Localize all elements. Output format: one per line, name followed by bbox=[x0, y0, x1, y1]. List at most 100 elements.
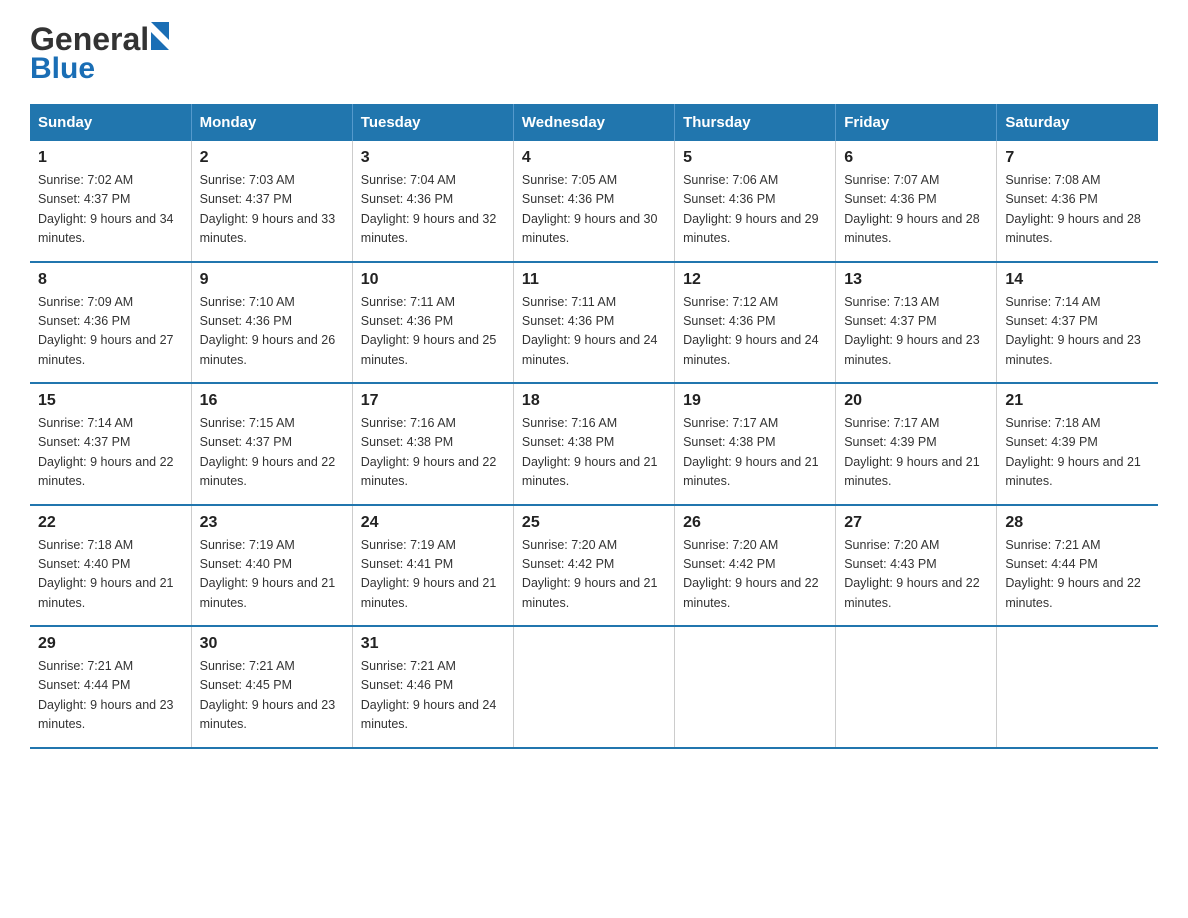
day-info: Sunrise: 7:14 AMSunset: 4:37 PMDaylight:… bbox=[38, 416, 174, 488]
day-number: 25 bbox=[522, 514, 666, 532]
day-info: Sunrise: 7:13 AMSunset: 4:37 PMDaylight:… bbox=[844, 295, 980, 367]
weekday-header-friday: Friday bbox=[836, 104, 997, 141]
day-number: 30 bbox=[200, 635, 344, 653]
calendar-cell: 2 Sunrise: 7:03 AMSunset: 4:37 PMDayligh… bbox=[191, 141, 352, 262]
calendar-cell: 25 Sunrise: 7:20 AMSunset: 4:42 PMDaylig… bbox=[513, 505, 674, 627]
calendar-cell: 18 Sunrise: 7:16 AMSunset: 4:38 PMDaylig… bbox=[513, 383, 674, 505]
day-number: 28 bbox=[1005, 514, 1150, 532]
logo: General Blue bbox=[30, 20, 179, 86]
calendar-cell: 8 Sunrise: 7:09 AMSunset: 4:36 PMDayligh… bbox=[30, 262, 191, 384]
day-info: Sunrise: 7:16 AMSunset: 4:38 PMDaylight:… bbox=[361, 416, 497, 488]
day-info: Sunrise: 7:20 AMSunset: 4:42 PMDaylight:… bbox=[522, 538, 658, 610]
calendar-cell: 11 Sunrise: 7:11 AMSunset: 4:36 PMDaylig… bbox=[513, 262, 674, 384]
day-number: 4 bbox=[522, 149, 666, 167]
calendar-week-row: 1 Sunrise: 7:02 AMSunset: 4:37 PMDayligh… bbox=[30, 141, 1158, 262]
calendar-cell: 6 Sunrise: 7:07 AMSunset: 4:36 PMDayligh… bbox=[836, 141, 997, 262]
day-number: 23 bbox=[200, 514, 344, 532]
day-info: Sunrise: 7:12 AMSunset: 4:36 PMDaylight:… bbox=[683, 295, 819, 367]
day-info: Sunrise: 7:06 AMSunset: 4:36 PMDaylight:… bbox=[683, 173, 819, 245]
calendar-cell: 3 Sunrise: 7:04 AMSunset: 4:36 PMDayligh… bbox=[352, 141, 513, 262]
day-number: 21 bbox=[1005, 392, 1150, 410]
day-info: Sunrise: 7:15 AMSunset: 4:37 PMDaylight:… bbox=[200, 416, 336, 488]
day-number: 26 bbox=[683, 514, 827, 532]
weekday-header-wednesday: Wednesday bbox=[513, 104, 674, 141]
day-info: Sunrise: 7:04 AMSunset: 4:36 PMDaylight:… bbox=[361, 173, 497, 245]
day-number: 3 bbox=[361, 149, 505, 167]
day-info: Sunrise: 7:11 AMSunset: 4:36 PMDaylight:… bbox=[361, 295, 497, 367]
day-number: 5 bbox=[683, 149, 827, 167]
weekday-header-saturday: Saturday bbox=[997, 104, 1158, 141]
day-number: 18 bbox=[522, 392, 666, 410]
weekday-header-tuesday: Tuesday bbox=[352, 104, 513, 141]
day-number: 22 bbox=[38, 514, 183, 532]
day-number: 12 bbox=[683, 271, 827, 289]
day-number: 17 bbox=[361, 392, 505, 410]
calendar-cell: 15 Sunrise: 7:14 AMSunset: 4:37 PMDaylig… bbox=[30, 383, 191, 505]
calendar-week-row: 22 Sunrise: 7:18 AMSunset: 4:40 PMDaylig… bbox=[30, 505, 1158, 627]
day-number: 24 bbox=[361, 514, 505, 532]
calendar-cell: 17 Sunrise: 7:16 AMSunset: 4:38 PMDaylig… bbox=[352, 383, 513, 505]
day-number: 9 bbox=[200, 271, 344, 289]
day-number: 8 bbox=[38, 271, 183, 289]
calendar-cell bbox=[997, 626, 1158, 748]
day-number: 13 bbox=[844, 271, 988, 289]
calendar-cell: 9 Sunrise: 7:10 AMSunset: 4:36 PMDayligh… bbox=[191, 262, 352, 384]
calendar-cell: 4 Sunrise: 7:05 AMSunset: 4:36 PMDayligh… bbox=[513, 141, 674, 262]
calendar-cell: 27 Sunrise: 7:20 AMSunset: 4:43 PMDaylig… bbox=[836, 505, 997, 627]
day-number: 10 bbox=[361, 271, 505, 289]
calendar-cell: 12 Sunrise: 7:12 AMSunset: 4:36 PMDaylig… bbox=[675, 262, 836, 384]
day-info: Sunrise: 7:21 AMSunset: 4:45 PMDaylight:… bbox=[200, 659, 336, 731]
weekday-header-sunday: Sunday bbox=[30, 104, 191, 141]
calendar-week-row: 29 Sunrise: 7:21 AMSunset: 4:44 PMDaylig… bbox=[30, 626, 1158, 748]
day-number: 15 bbox=[38, 392, 183, 410]
day-number: 7 bbox=[1005, 149, 1150, 167]
calendar-cell: 13 Sunrise: 7:13 AMSunset: 4:37 PMDaylig… bbox=[836, 262, 997, 384]
day-info: Sunrise: 7:16 AMSunset: 4:38 PMDaylight:… bbox=[522, 416, 658, 488]
calendar-cell: 14 Sunrise: 7:14 AMSunset: 4:37 PMDaylig… bbox=[997, 262, 1158, 384]
day-info: Sunrise: 7:03 AMSunset: 4:37 PMDaylight:… bbox=[200, 173, 336, 245]
day-info: Sunrise: 7:21 AMSunset: 4:44 PMDaylight:… bbox=[1005, 538, 1141, 610]
calendar-cell: 21 Sunrise: 7:18 AMSunset: 4:39 PMDaylig… bbox=[997, 383, 1158, 505]
calendar-table: SundayMondayTuesdayWednesdayThursdayFrid… bbox=[30, 104, 1158, 749]
weekday-header-thursday: Thursday bbox=[675, 104, 836, 141]
day-info: Sunrise: 7:21 AMSunset: 4:44 PMDaylight:… bbox=[38, 659, 174, 731]
day-number: 31 bbox=[361, 635, 505, 653]
day-info: Sunrise: 7:09 AMSunset: 4:36 PMDaylight:… bbox=[38, 295, 174, 367]
day-info: Sunrise: 7:02 AMSunset: 4:37 PMDaylight:… bbox=[38, 173, 174, 245]
day-info: Sunrise: 7:11 AMSunset: 4:36 PMDaylight:… bbox=[522, 295, 658, 367]
calendar-week-row: 15 Sunrise: 7:14 AMSunset: 4:37 PMDaylig… bbox=[30, 383, 1158, 505]
calendar-cell bbox=[675, 626, 836, 748]
day-number: 16 bbox=[200, 392, 344, 410]
calendar-cell: 7 Sunrise: 7:08 AMSunset: 4:36 PMDayligh… bbox=[997, 141, 1158, 262]
day-info: Sunrise: 7:17 AMSunset: 4:39 PMDaylight:… bbox=[844, 416, 980, 488]
day-number: 2 bbox=[200, 149, 344, 167]
day-info: Sunrise: 7:18 AMSunset: 4:39 PMDaylight:… bbox=[1005, 416, 1141, 488]
calendar-cell: 10 Sunrise: 7:11 AMSunset: 4:36 PMDaylig… bbox=[352, 262, 513, 384]
day-info: Sunrise: 7:18 AMSunset: 4:40 PMDaylight:… bbox=[38, 538, 174, 610]
day-info: Sunrise: 7:17 AMSunset: 4:38 PMDaylight:… bbox=[683, 416, 819, 488]
calendar-cell: 5 Sunrise: 7:06 AMSunset: 4:36 PMDayligh… bbox=[675, 141, 836, 262]
logo-arrow-icon bbox=[151, 22, 179, 58]
calendar-cell: 28 Sunrise: 7:21 AMSunset: 4:44 PMDaylig… bbox=[997, 505, 1158, 627]
day-info: Sunrise: 7:07 AMSunset: 4:36 PMDaylight:… bbox=[844, 173, 980, 245]
calendar-cell: 26 Sunrise: 7:20 AMSunset: 4:42 PMDaylig… bbox=[675, 505, 836, 627]
day-info: Sunrise: 7:21 AMSunset: 4:46 PMDaylight:… bbox=[361, 659, 497, 731]
calendar-cell: 31 Sunrise: 7:21 AMSunset: 4:46 PMDaylig… bbox=[352, 626, 513, 748]
day-number: 14 bbox=[1005, 271, 1150, 289]
day-info: Sunrise: 7:19 AMSunset: 4:41 PMDaylight:… bbox=[361, 538, 497, 610]
weekday-header-monday: Monday bbox=[191, 104, 352, 141]
day-info: Sunrise: 7:20 AMSunset: 4:43 PMDaylight:… bbox=[844, 538, 980, 610]
calendar-cell: 1 Sunrise: 7:02 AMSunset: 4:37 PMDayligh… bbox=[30, 141, 191, 262]
day-info: Sunrise: 7:08 AMSunset: 4:36 PMDaylight:… bbox=[1005, 173, 1141, 245]
day-number: 19 bbox=[683, 392, 827, 410]
day-info: Sunrise: 7:14 AMSunset: 4:37 PMDaylight:… bbox=[1005, 295, 1141, 367]
day-info: Sunrise: 7:10 AMSunset: 4:36 PMDaylight:… bbox=[200, 295, 336, 367]
calendar-cell: 29 Sunrise: 7:21 AMSunset: 4:44 PMDaylig… bbox=[30, 626, 191, 748]
calendar-cell: 19 Sunrise: 7:17 AMSunset: 4:38 PMDaylig… bbox=[675, 383, 836, 505]
day-info: Sunrise: 7:05 AMSunset: 4:36 PMDaylight:… bbox=[522, 173, 658, 245]
calendar-cell: 16 Sunrise: 7:15 AMSunset: 4:37 PMDaylig… bbox=[191, 383, 352, 505]
calendar-cell bbox=[513, 626, 674, 748]
calendar-cell: 23 Sunrise: 7:19 AMSunset: 4:40 PMDaylig… bbox=[191, 505, 352, 627]
day-number: 1 bbox=[38, 149, 183, 167]
calendar-cell: 30 Sunrise: 7:21 AMSunset: 4:45 PMDaylig… bbox=[191, 626, 352, 748]
